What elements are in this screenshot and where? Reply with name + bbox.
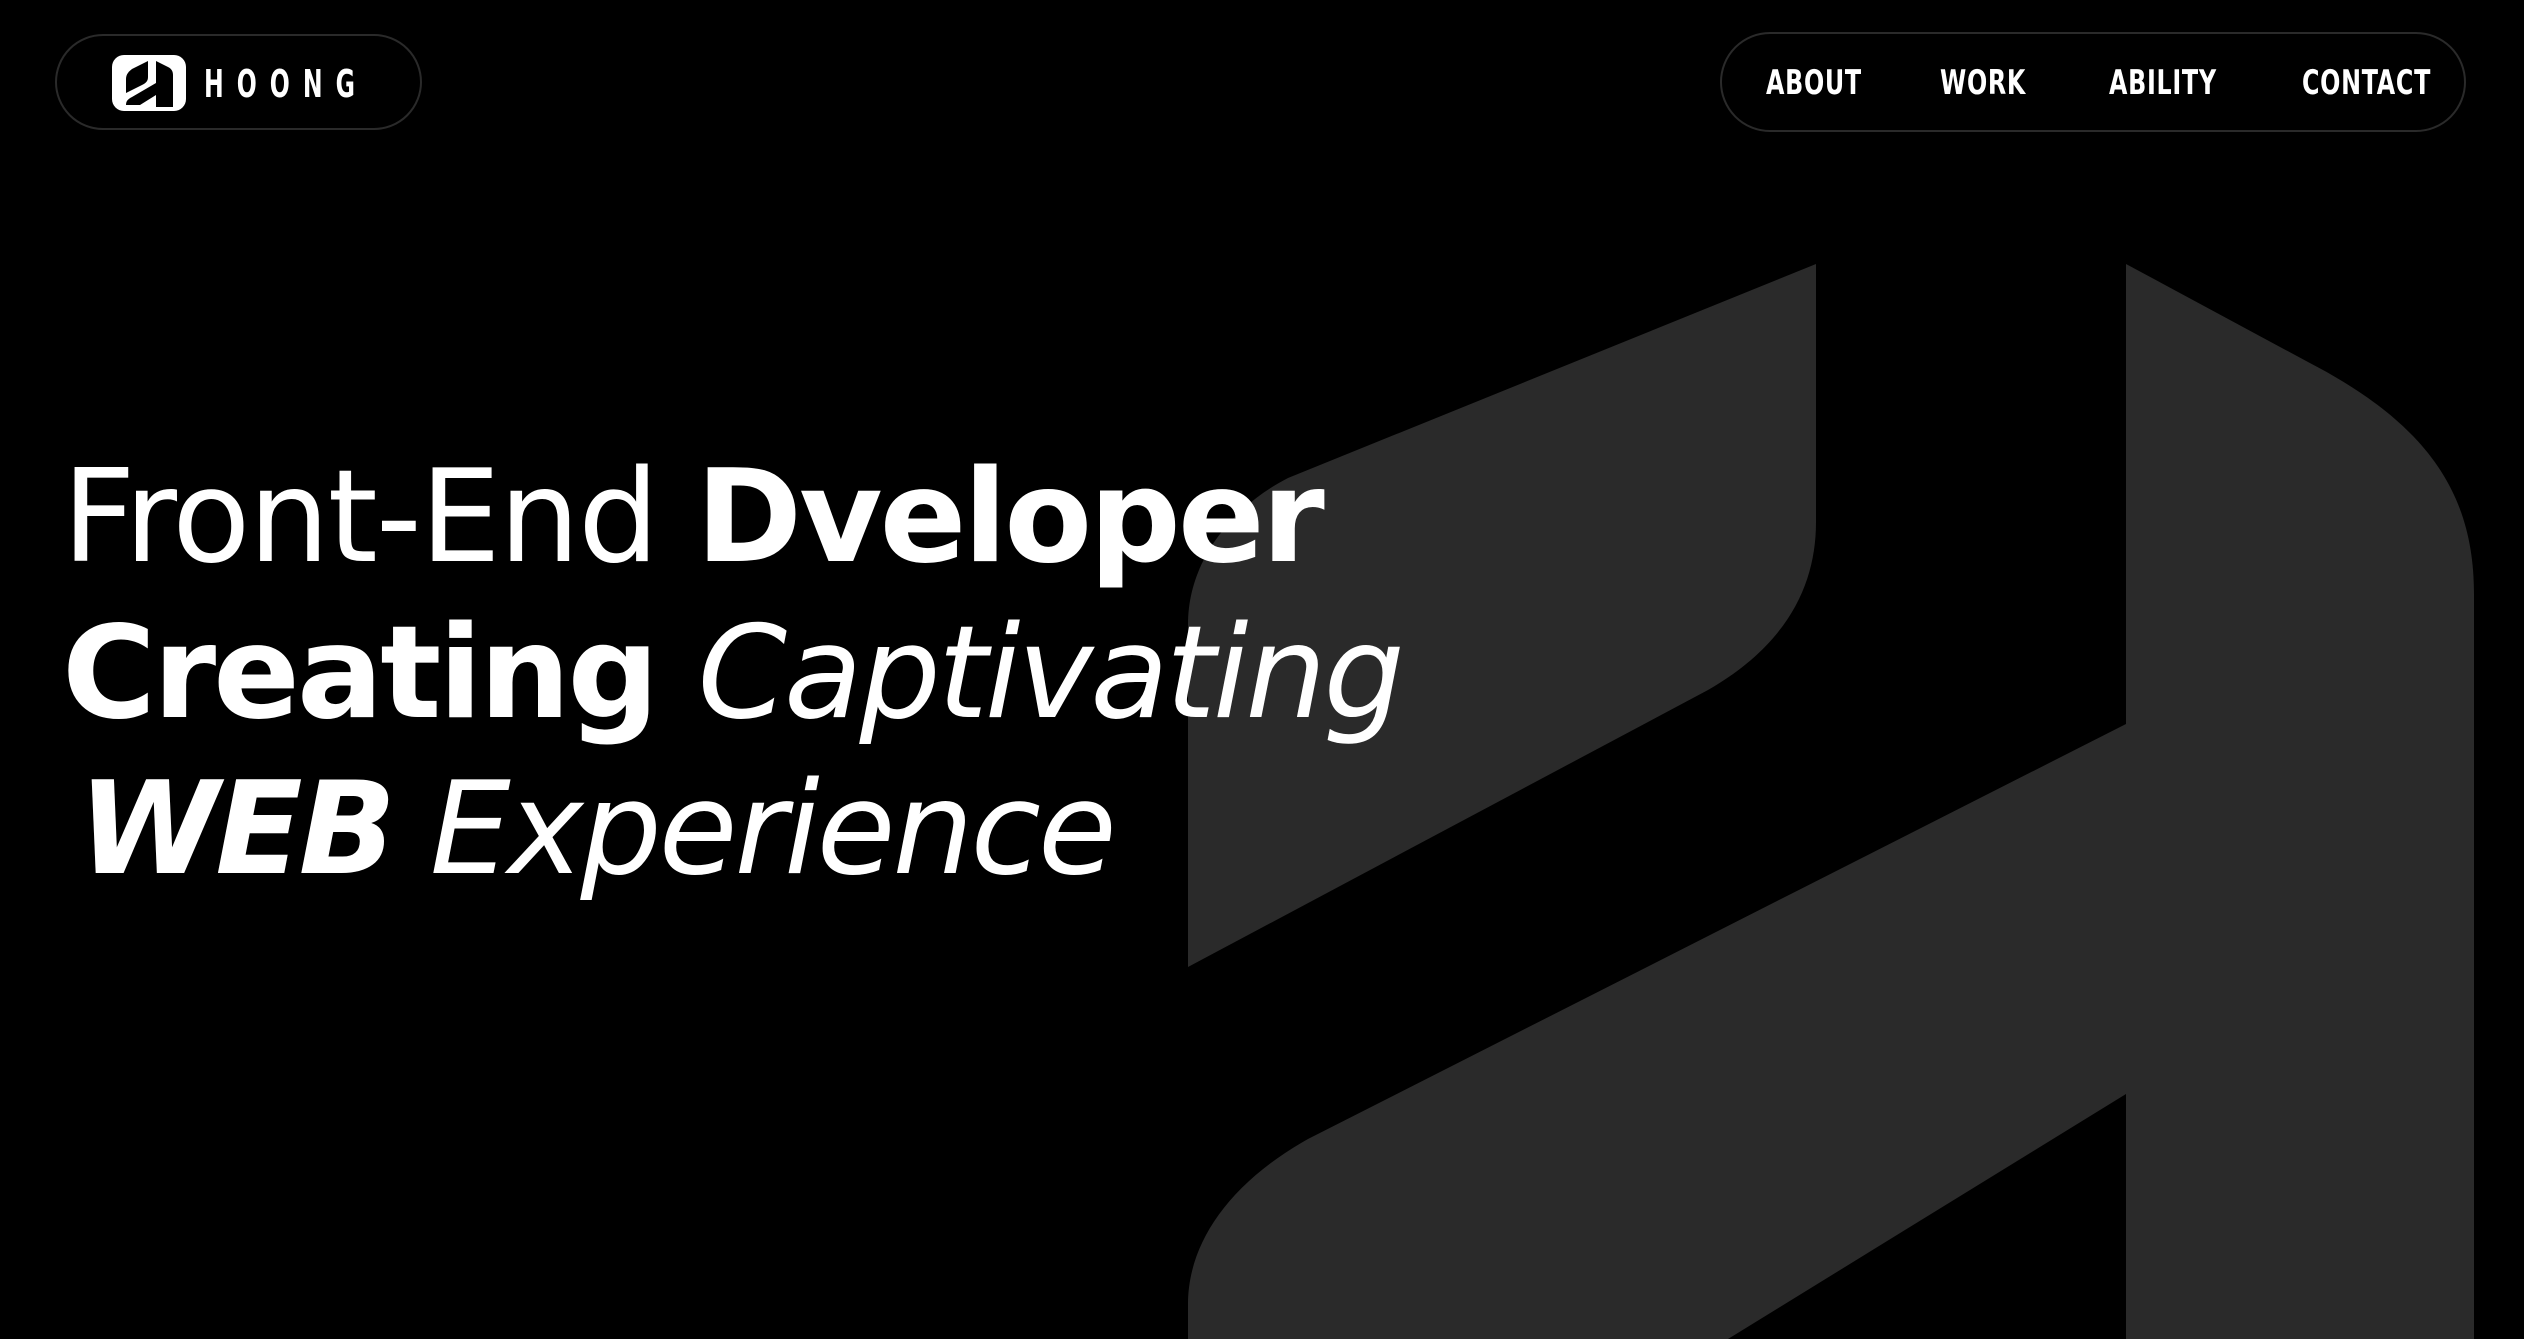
hero-line-2-italic: Captivating: [697, 599, 1405, 748]
hero-line-2: Creating Captivating: [62, 596, 1405, 752]
hero-line-3-italic: Experience: [392, 755, 1117, 904]
main-nav: ABOUT WORK ABILITY CONTACT: [1720, 32, 2466, 132]
hoong-logo-icon: [112, 55, 186, 111]
nav-item-about[interactable]: ABOUT: [1766, 60, 1862, 106]
logo-text: HOONG: [204, 62, 368, 106]
hero-line-2-bold: Creating: [62, 599, 698, 748]
hero-line-1-light: Front-End: [62, 443, 696, 592]
logo-link[interactable]: HOONG: [55, 34, 422, 130]
hero-line-3: WEB Experience: [62, 752, 1402, 908]
nav-item-contact[interactable]: CONTACT: [2302, 60, 2431, 106]
nav-item-ability[interactable]: ABILITY: [2109, 60, 2217, 106]
page: HOONG ABOUT WORK ABILITY CONTACT Front-E…: [0, 0, 2524, 1339]
hero-line-1: Front-End Dveloper: [62, 440, 1402, 596]
hero-line-1-bold: Dveloper: [695, 443, 1325, 592]
hero-headline: Front-End Dveloper Creating Captivating …: [62, 440, 1405, 908]
hero-line-3-bold-italic: WEB: [78, 755, 396, 904]
nav-item-work[interactable]: WORK: [1940, 60, 2026, 106]
